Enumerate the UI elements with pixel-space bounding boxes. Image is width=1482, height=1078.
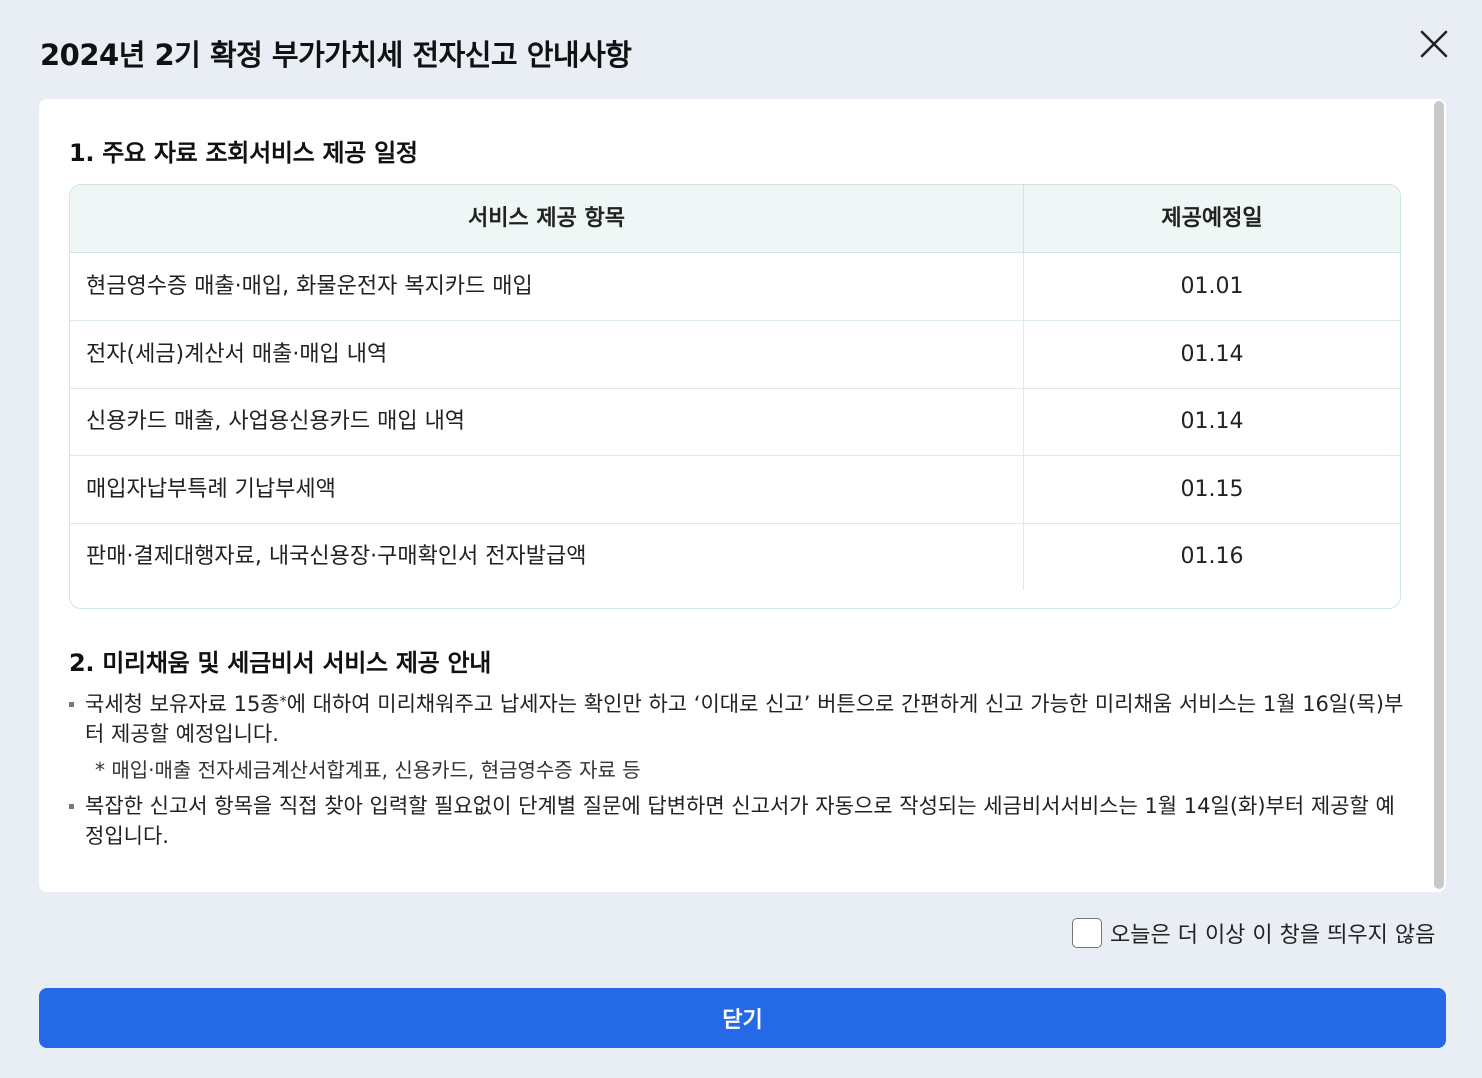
column-header-item: 서비스 제공 항목 [468,206,625,231]
row-item: 현금영수증 매출·매입, 화물운전자 복지카드 매입 [86,274,533,299]
note-tax-assistant-text: 복잡한 신고서 항목을 직접 찾아 입력할 필요없이 단계별 질문에 답변하면 … [85,794,1395,848]
bullet-icon [69,804,74,809]
note-prefill-text-start: 국세청 보유자료 15종 [85,692,280,716]
table-row: 판매·결제대행자료, 내국신용장·구매확인서 전자발급액 01.16 [70,523,1400,591]
row-date: 01.16 [1023,523,1400,590]
content-panel: 1. 주요 자료 조회서비스 제공 일정 서비스 제공 항목 제공예정일 현금영… [39,99,1446,892]
scrollbar-thumb[interactable] [1434,101,1444,889]
table-row: 매입자납부특례 기납부세액 01.15 [70,456,1400,524]
row-date: 01.14 [1023,388,1400,455]
notice-modal: 2024년 2기 확정 부가가치세 전자신고 안내사항 1. 주요 자료 조회서… [0,0,1482,1078]
row-item: 판매·결제대행자료, 내국신용장·구매확인서 전자발급액 [86,544,587,569]
column-header-date: 제공예정일 [1023,185,1400,252]
table-header-row: 서비스 제공 항목 제공예정일 [70,185,1400,253]
row-date: 01.01 [1023,253,1400,320]
notice-list: 국세청 보유자료 15종*에 대하여 미리채워주고 납세자는 확인만 하고 ‘이… [69,689,1409,857]
row-date: 01.14 [1023,321,1400,388]
list-item: 국세청 보유자료 15종*에 대하여 미리채워주고 납세자는 확인만 하고 ‘이… [69,689,1409,749]
list-item: 복잡한 신고서 항목을 직접 찾아 입력할 필요없이 단계별 질문에 답변하면 … [69,791,1409,851]
row-item: 전자(세금)계산서 매출·매입 내역 [86,342,388,367]
modal-title: 2024년 2기 확정 부가가치세 전자신고 안내사항 [40,38,632,72]
table-row: 전자(세금)계산서 매출·매입 내역 01.14 [70,321,1400,389]
bullet-icon [69,702,74,707]
dont-show-label[interactable]: 오늘은 더 이상 이 창을 띄우지 않음 [1110,917,1435,949]
close-icon[interactable] [1414,24,1454,64]
table-row: 신용카드 매출, 사업용신용카드 매입 내역 01.14 [70,388,1400,456]
dont-show-today-option[interactable]: 오늘은 더 이상 이 창을 띄우지 않음 [1072,917,1435,949]
dont-show-checkbox[interactable] [1072,918,1102,948]
close-icon-graphic [1420,30,1448,58]
footnote-marker: * [279,694,287,710]
section-title-schedule: 1. 주요 자료 조회서비스 제공 일정 [69,139,418,167]
row-date: 01.15 [1023,456,1400,523]
scrollbar[interactable] [1433,99,1446,892]
row-item: 매입자납부특례 기납부세액 [86,477,336,502]
footnote: * 매입·매출 전자세금계산서합계표, 신용카드, 현금영수증 자료 등 [95,758,641,782]
row-item: 신용카드 매출, 사업용신용카드 매입 내역 [86,409,466,434]
schedule-table: 서비스 제공 항목 제공예정일 현금영수증 매출·매입, 화물운전자 복지카드 … [69,184,1401,609]
table-row: 현금영수증 매출·매입, 화물운전자 복지카드 매입 01.01 [70,253,1400,321]
section-title-prefill: 2. 미리채움 및 세금비서 서비스 제공 안내 [69,649,492,677]
close-button[interactable]: 닫기 [39,988,1446,1048]
